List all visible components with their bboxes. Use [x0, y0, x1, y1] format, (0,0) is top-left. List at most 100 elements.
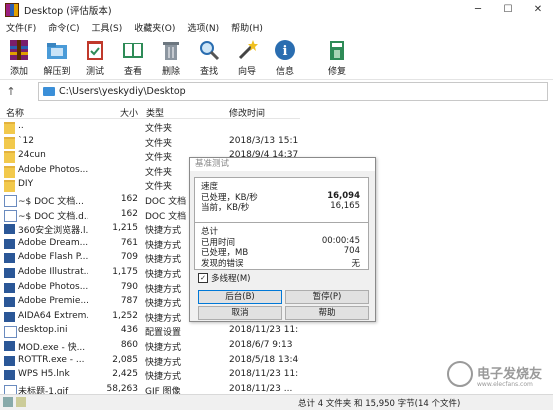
watermark: 电子发烧友 www.elecfans.com	[445, 357, 545, 392]
shortcut-icon	[4, 340, 15, 351]
file-name: Adobe Photos...	[18, 281, 88, 292]
menu-bar: 文件(F) 命令(C) 工具(S) 收藏夹(O) 选项(N) 帮助(H)	[0, 19, 553, 35]
watermark-text: 电子发烧友	[477, 367, 543, 382]
view-button[interactable]: 查看	[114, 35, 152, 79]
column-modified[interactable]: 修改时间	[229, 106, 265, 119]
magic-wand-icon	[235, 38, 259, 62]
file-size: 761	[120, 237, 138, 248]
menu-favorites[interactable]: 收藏夹(O)	[128, 21, 181, 34]
extract-folder-icon	[45, 38, 69, 62]
key-status-icon[interactable]	[16, 397, 26, 407]
info-icon: i	[273, 38, 297, 62]
repair-button[interactable]: 修复	[318, 35, 356, 79]
file-name: AIDA64 Extrem...	[18, 310, 88, 321]
maximize-button[interactable]: ☐	[493, 0, 523, 19]
errors-value: 无	[351, 258, 360, 269]
file-size: 436	[120, 325, 138, 336]
file-size: 2,085	[112, 354, 138, 365]
background-button[interactable]: 后台(B)	[198, 290, 282, 304]
add-button[interactable]: 添加	[0, 35, 38, 79]
file-size: 162	[120, 193, 138, 204]
shortcut-icon	[4, 267, 15, 278]
test-button[interactable]: 测试	[76, 35, 114, 79]
file-row[interactable]: .. 文件夹	[0, 120, 300, 135]
shortcut-icon	[4, 297, 15, 308]
current-speed-value: 16,165	[330, 201, 360, 211]
shortcut-icon	[4, 224, 15, 235]
errors-label: 发现的错误	[201, 258, 244, 269]
file-size: 1,252	[112, 310, 138, 321]
menu-tools[interactable]: 工具(S)	[86, 21, 129, 34]
menu-options[interactable]: 选项(N)	[181, 21, 225, 34]
file-name: Adobe Premie...	[18, 296, 88, 307]
current-speed-label: 当前，KB/秒	[201, 203, 250, 213]
find-button[interactable]: 查找	[190, 35, 228, 79]
wizard-button[interactable]: 向导	[228, 35, 266, 79]
file-size: 1,175	[112, 266, 138, 277]
file-name: WPS H5.lnk	[18, 369, 70, 380]
extract-to-button[interactable]: 解压到	[38, 35, 76, 79]
menu-file[interactable]: 文件(F)	[0, 21, 42, 34]
cancel-button[interactable]: 取消	[198, 306, 282, 320]
folder-icon	[4, 151, 15, 164]
window-title: Desktop (评估版本)	[24, 5, 112, 17]
file-name: MOD.exe - 快...	[18, 342, 86, 353]
status-text: 总计 4 文件夹 和 15,950 字节(14 个文件)	[298, 399, 461, 409]
file-icon	[4, 194, 17, 207]
info-button[interactable]: i 信息	[266, 35, 304, 79]
file-row[interactable]: ROTTR.exe - ... 2,085 快捷方式 2018/5/18 13:46	[0, 354, 300, 369]
column-name[interactable]: 名称	[6, 106, 24, 119]
file-name: 360安全浏览器.l...	[18, 226, 88, 237]
menu-help[interactable]: 帮助(H)	[225, 21, 269, 34]
address-field[interactable]: C:\Users\yeskydiy\Desktop	[38, 82, 548, 101]
pause-button[interactable]: 暂停(P)	[285, 290, 369, 304]
processed-speed-value: 16,094	[327, 190, 360, 201]
file-row[interactable]: `12 文件夹 2018/3/13 15:11	[0, 135, 300, 150]
delete-button[interactable]: 删除	[152, 35, 190, 79]
menu-command[interactable]: 命令(C)	[42, 21, 85, 34]
multithread-checkbox[interactable]: ✓ 多线程(M)	[198, 272, 250, 284]
file-size: 162	[120, 208, 138, 219]
address-bar: ↑ C:\Users\yeskydiy\Desktop	[0, 80, 553, 102]
repair-icon	[325, 38, 349, 62]
extract-to-label: 解压到	[43, 67, 71, 77]
magnifier-icon	[197, 38, 221, 62]
file-size: 709	[120, 252, 138, 263]
drive-status-icon[interactable]	[3, 397, 13, 407]
up-arrow-icon[interactable]: ↑	[0, 85, 22, 98]
view-label: 查看	[123, 67, 142, 77]
file-row[interactable]: desktop.ini 436 配置设置 2018/11/23 11:32	[0, 324, 300, 339]
repair-label: 修复	[327, 67, 346, 77]
file-row[interactable]: MOD.exe - 快... 860 快捷方式 2018/6/7 9:13	[0, 339, 300, 354]
test-clipboard-icon	[83, 38, 107, 62]
file-name: ~$ DOC 文档...	[18, 196, 84, 207]
wizard-label: 向导	[237, 67, 256, 77]
help-button[interactable]: 帮助	[285, 306, 369, 320]
status-bar: 总计 4 文件夹 和 15,950 字节(14 个文件)	[0, 394, 553, 410]
file-modified: 2018/11/23 ...	[229, 383, 293, 394]
watermark-logo-icon	[447, 361, 473, 387]
speed-group: 速度 已处理，KB/秒 16,094 当前，KB/秒 16,165	[194, 177, 369, 223]
delete-label: 删除	[161, 67, 180, 77]
minimize-button[interactable]: ─	[463, 0, 493, 19]
winrar-app-icon	[5, 2, 19, 17]
close-button[interactable]: ✕	[523, 0, 553, 19]
file-size: 860	[120, 339, 138, 350]
file-name: ..	[18, 121, 24, 131]
file-row[interactable]: WPS H5.lnk 2,425 快捷方式 2018/11/23 11:...	[0, 368, 300, 383]
svg-text:i: i	[283, 44, 288, 59]
file-name: `12	[18, 135, 34, 146]
file-modified: 2018/6/7 9:13	[229, 339, 293, 350]
file-type: 快捷方式	[145, 342, 182, 353]
find-label: 查找	[199, 67, 218, 77]
column-size[interactable]: 大小	[120, 106, 138, 119]
info-label: 信息	[275, 67, 294, 77]
column-type[interactable]: 类型	[146, 106, 164, 119]
processed-mb-value: 704	[343, 246, 360, 256]
file-name: DIY	[18, 179, 34, 190]
shortcut-icon	[4, 282, 15, 293]
file-type: 文件夹	[145, 124, 173, 134]
file-name: Adobe Illustrat...	[18, 266, 88, 277]
file-modified: 2018/11/23 11:...	[229, 369, 299, 380]
folder-icon	[4, 136, 15, 149]
